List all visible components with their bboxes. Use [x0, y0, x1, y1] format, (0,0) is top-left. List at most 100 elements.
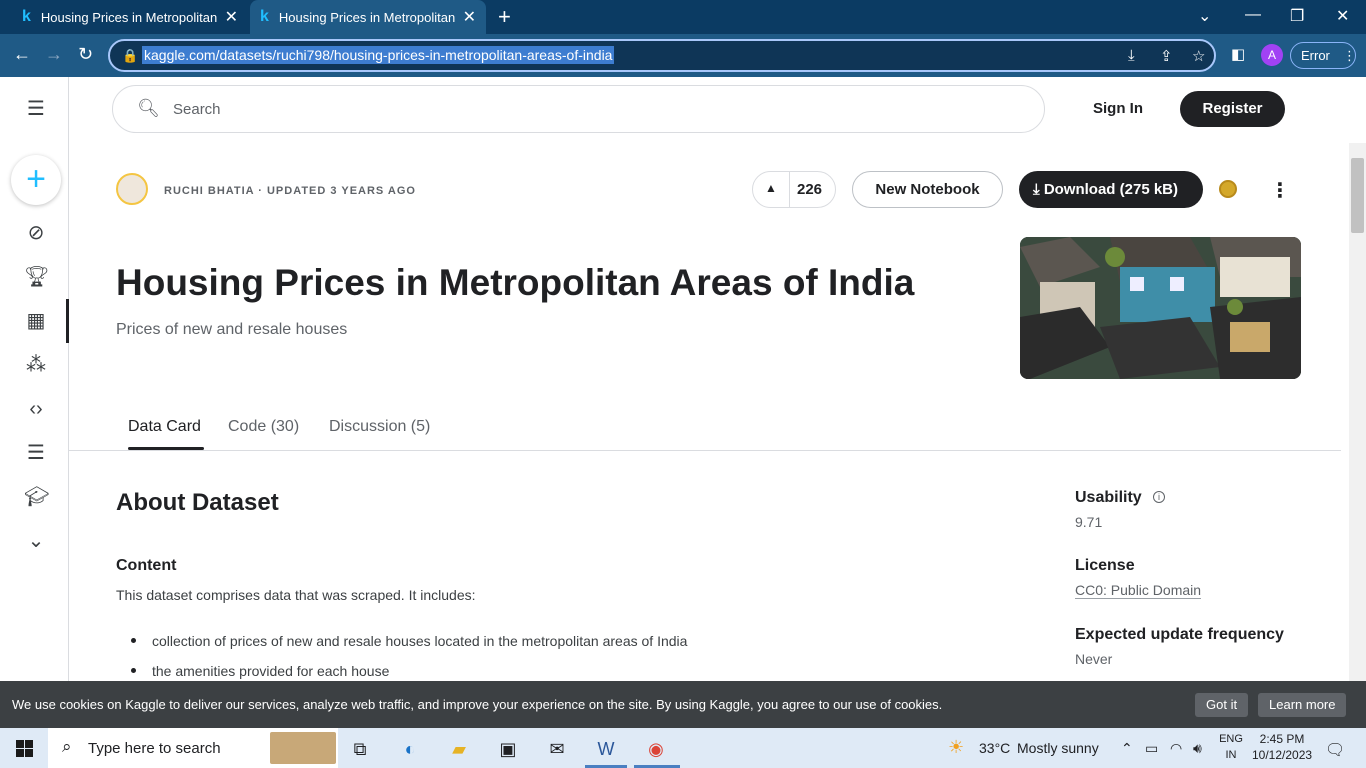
trophy-icon[interactable]: 🏆︎	[24, 265, 49, 289]
license-link[interactable]: CC0: Public Domain	[1075, 582, 1202, 599]
wifi-icon[interactable]: ◠	[1170, 740, 1182, 757]
discussions-icon[interactable]: ☰	[24, 441, 48, 465]
mail-icon[interactable]: ✉	[544, 736, 570, 762]
learn-more-button[interactable]: Learn more	[1258, 693, 1347, 717]
kaggle-favicon-icon: k	[22, 8, 31, 25]
create-button[interactable]: +	[11, 155, 61, 205]
forward-icon[interactable]: →	[45, 44, 63, 65]
about-heading: About Dataset	[116, 489, 279, 516]
chrome-icon[interactable]: ◉	[643, 736, 669, 762]
browser-tab[interactable]: k Housing Prices in Metropolitan A ✕	[12, 0, 248, 34]
tab-data-card[interactable]: Data Card	[128, 418, 201, 436]
close-window-button[interactable]: ✕	[1336, 6, 1349, 26]
url-text[interactable]: kaggle.com/datasets/ruchi798/housing-pri…	[142, 46, 615, 64]
cookie-text: We use cookies on Kaggle to deliver our …	[12, 697, 943, 712]
restore-button[interactable]: ❐	[1290, 6, 1304, 26]
divider	[789, 172, 790, 207]
medal-icon[interactable]	[1219, 180, 1237, 198]
download-button[interactable]: ⤓ Download (275 kB)	[1019, 171, 1203, 208]
close-tab-icon[interactable]: ✕	[463, 7, 476, 27]
back-icon[interactable]: ←	[13, 44, 31, 65]
sign-in-button[interactable]: Sign In	[1093, 100, 1143, 117]
weather-text[interactable]: Mostly sunny	[1017, 740, 1099, 756]
store-icon[interactable]: ▣	[495, 736, 521, 762]
notifications-icon[interactable]: 🗨︎	[1325, 740, 1345, 760]
close-tab-icon[interactable]: ✕	[225, 7, 238, 27]
windows-taskbar: ⌕ Type here to search ⧉ ◐ ▰ ▣ ✉ W ◉ ☀ 33…	[0, 728, 1366, 768]
cookie-banner: We use cookies on Kaggle to deliver our …	[0, 681, 1366, 728]
time: 2:45 PM	[1259, 732, 1305, 746]
register-button[interactable]: Register	[1180, 91, 1285, 127]
clock[interactable]: 2:45 PM 10/12/2023	[1252, 731, 1312, 763]
upvote-widget[interactable]: ▲ 226	[752, 171, 836, 208]
license-label: License	[1075, 557, 1135, 574]
address-bar[interactable]: 🔒 kaggle.com/datasets/ruchi798/housing-p…	[108, 39, 1216, 72]
hamburger-menu-icon[interactable]: ☰	[24, 97, 48, 121]
tab-discussion[interactable]: Discussion (5)	[329, 418, 430, 436]
site-search[interactable]: 🔍︎ Search	[112, 85, 1045, 133]
chevron-down-icon[interactable]: ⌄	[24, 529, 48, 553]
new-notebook-button[interactable]: New Notebook	[852, 171, 1003, 208]
bookmark-star-icon[interactable]: ☆	[1192, 47, 1205, 65]
compass-icon[interactable]: ⊘	[24, 221, 48, 245]
page-subtitle: Prices of new and resale houses	[116, 321, 348, 338]
tab-title: Housing Prices in Metropolitan A	[40, 9, 217, 25]
content-description: This dataset comprises data that was scr…	[116, 587, 476, 603]
side-panel-icon[interactable]: ◧	[1231, 45, 1245, 63]
content-heading: Content	[116, 557, 177, 574]
code-icon[interactable]: ‹›	[24, 397, 48, 421]
share-icon[interactable]: ⇪	[1160, 47, 1173, 65]
left-navigation-rail: ☰ + ⊘ 🏆︎ ▦ ⁂ ‹› ☰ 🎓︎ ⌄	[0, 77, 69, 681]
datasets-table-icon[interactable]: ▦	[24, 309, 48, 333]
battery-icon[interactable]: ▭	[1145, 740, 1158, 757]
chevron-up-icon[interactable]: ⌃	[1121, 740, 1133, 757]
bullet-icon	[131, 668, 136, 673]
reload-icon[interactable]: ↻	[78, 44, 93, 65]
error-button[interactable]: Error ⋮	[1290, 42, 1356, 69]
active-indicator	[66, 299, 69, 343]
windows-start-icon[interactable]	[16, 740, 33, 757]
install-icon[interactable]: ⤓	[1128, 47, 1135, 64]
upvote-arrow-icon[interactable]: ▲	[765, 181, 777, 195]
lang-bottom: IN	[1225, 749, 1237, 761]
tab-code[interactable]: Code (30)	[228, 418, 299, 436]
task-view-icon[interactable]: ⧉	[347, 736, 373, 762]
edge-icon[interactable]: ◐	[397, 736, 423, 762]
tab-title: Housing Prices in Metropolitan A	[278, 9, 455, 25]
list-item: collection of prices of new and resale h…	[152, 633, 688, 649]
info-icon[interactable]: i	[1153, 491, 1165, 503]
kaggle-favicon-icon: k	[260, 8, 269, 25]
models-icon[interactable]: ⁂	[24, 353, 48, 377]
browser-toolbar: ← → ↻ 🔒 kaggle.com/datasets/ruchi798/hou…	[0, 34, 1366, 77]
got-it-button[interactable]: Got it	[1195, 693, 1249, 717]
tab-divider	[69, 450, 1341, 451]
new-tab-button[interactable]: +	[498, 4, 511, 30]
dataset-cover-image	[1020, 237, 1301, 379]
lang-top: ENG	[1219, 733, 1243, 745]
word-icon[interactable]: W	[593, 736, 619, 762]
minimize-button[interactable]: —	[1245, 6, 1261, 24]
taskbar-search-placeholder: Type here to search	[88, 740, 221, 757]
weather-icon[interactable]: ☀	[948, 737, 964, 758]
file-explorer-icon[interactable]: ▰	[446, 736, 472, 762]
learn-cap-icon[interactable]: 🎓︎	[24, 485, 49, 509]
download-icon: ⤓	[1033, 181, 1044, 198]
tab-search-icon[interactable]: ⌄	[1198, 6, 1211, 26]
vote-count: 226	[797, 181, 823, 198]
search-highlight-image	[270, 732, 336, 764]
weather-temp[interactable]: 33°C	[979, 740, 1010, 756]
date: 10/12/2023	[1252, 748, 1313, 762]
taskbar-search[interactable]: ⌕ Type here to search	[48, 728, 338, 768]
lock-icon[interactable]: 🔒	[122, 48, 138, 64]
download-label: Download (275 kB)	[1043, 181, 1178, 198]
scrollbar-thumb[interactable]	[1351, 158, 1364, 233]
more-options-icon[interactable]: ⋮	[1270, 178, 1290, 203]
owner-avatar[interactable]	[116, 173, 148, 205]
browser-tab-active[interactable]: k Housing Prices in Metropolitan A ✕	[250, 0, 486, 34]
error-label: Error	[1301, 48, 1330, 63]
volume-icon[interactable]: 🔊︎	[1193, 740, 1202, 757]
list-item: the amenities provided for each house	[152, 663, 390, 679]
language-indicator[interactable]: ENG IN	[1218, 731, 1244, 763]
page-title: Housing Prices in Metropolitan Areas of …	[116, 262, 915, 303]
profile-avatar[interactable]: A	[1261, 44, 1283, 66]
